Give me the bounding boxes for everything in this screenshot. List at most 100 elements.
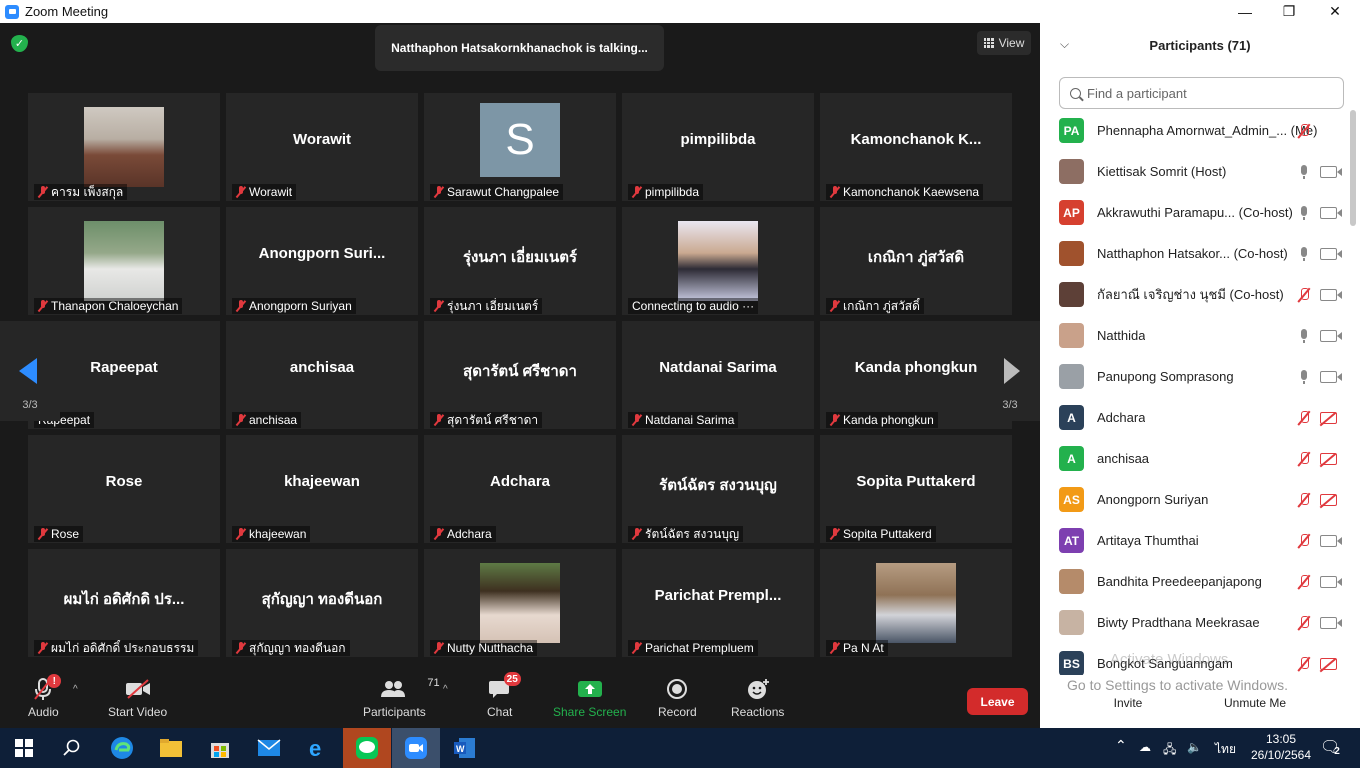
- participant-row[interactable]: PA Phennapha Amornwat_Admin_... (Me): [1040, 110, 1350, 151]
- ie-icon: e: [309, 736, 321, 760]
- avatar: [1059, 282, 1084, 307]
- video-tile[interactable]: Nutty Nutthacha: [424, 549, 616, 657]
- participant-row[interactable]: กัลยาณี เจริญช่าง นุชมี (Co-host): [1040, 274, 1350, 315]
- tray-overflow-icon[interactable]: ⌃: [1115, 737, 1127, 754]
- participant-row[interactable]: Kiettisak Somrit (Host): [1040, 151, 1350, 192]
- previous-page-button[interactable]: 3/3: [0, 321, 60, 421]
- video-tile[interactable]: เกณิกา ภู่สวัสดิ เกณิกา ภู่สวัสดิ์: [820, 207, 1012, 315]
- participant-name: Kiettisak Somrit (Host): [1097, 164, 1227, 179]
- audio-options-caret[interactable]: ^: [73, 684, 78, 695]
- participant-name: Akkrawuthi Paramapu... (Co-host): [1097, 205, 1293, 220]
- mail-app[interactable]: [245, 728, 293, 768]
- reactions-smiley-icon: [746, 676, 770, 702]
- view-button[interactable]: View: [977, 31, 1031, 55]
- system-clock[interactable]: 13:05 26/10/2564: [1245, 731, 1317, 763]
- participants-label: Participants: [363, 705, 426, 719]
- start-video-button[interactable]: Start Video: [108, 676, 167, 719]
- video-tile[interactable]: สุกัญญา ทองดีนอก สุกัญญา ทองดีนอก: [226, 549, 418, 657]
- volume-icon[interactable]: 🔈: [1187, 740, 1202, 754]
- camera-icon: [1320, 370, 1342, 383]
- line-icon: [356, 737, 378, 759]
- camera-off-icon: [1320, 411, 1337, 424]
- video-tile[interactable]: anchisaa anchisaa: [226, 321, 418, 429]
- video-tile[interactable]: Connecting to audio ···: [622, 207, 814, 315]
- tile-name-label: Connecting to audio ···: [628, 298, 759, 314]
- search-taskbar-button[interactable]: [48, 728, 96, 768]
- onedrive-icon[interactable]: ☁: [1139, 740, 1151, 754]
- close-button[interactable]: ✕: [1312, 0, 1358, 23]
- start-button[interactable]: [0, 728, 48, 768]
- avatar: A: [1059, 446, 1084, 471]
- internet-explorer-app[interactable]: e: [294, 728, 342, 768]
- network-icon[interactable]: 🖧: [1163, 740, 1176, 761]
- line-app[interactable]: [343, 728, 391, 768]
- video-tile[interactable]: Parichat Prempl... Parichat Prempluem: [622, 549, 814, 657]
- video-tile[interactable]: Worawit Worawit: [226, 93, 418, 201]
- file-explorer-app[interactable]: [147, 728, 195, 768]
- edge-app[interactable]: [98, 728, 146, 768]
- record-button[interactable]: Record: [658, 676, 697, 719]
- reactions-button[interactable]: Reactions: [731, 676, 784, 719]
- participant-name: Anongporn Suriyan: [1097, 492, 1209, 507]
- tile-display-name: Worawit: [292, 131, 352, 148]
- next-page-button[interactable]: 3/3: [980, 321, 1040, 421]
- video-tile[interactable]: pimpilibda pimpilibda: [622, 93, 814, 201]
- reactions-label: Reactions: [731, 705, 785, 719]
- video-tile[interactable]: สุดารัตน์ ศรีชาดา สุดารัตน์ ศรีชาดา: [424, 321, 616, 429]
- video-tile[interactable]: คารม เพ็งสกุล: [28, 93, 220, 201]
- participant-row[interactable]: Natthida: [1040, 315, 1350, 356]
- input-language[interactable]: ไทย: [1215, 740, 1236, 759]
- unmute-me-button[interactable]: Unmute Me: [1210, 691, 1300, 715]
- participant-search[interactable]: [1059, 77, 1344, 109]
- video-tile[interactable]: รุ่งนภา เอี่ยมเนตร์ รุ่งนภา เอี่ยมเนตร์: [424, 207, 616, 315]
- leave-button[interactable]: Leave: [967, 688, 1028, 715]
- zoom-app[interactable]: [392, 728, 440, 768]
- participant-row[interactable]: Biwty Pradthana Meekrasae: [1040, 602, 1350, 643]
- word-app[interactable]: W: [441, 728, 489, 768]
- mic-muted-icon: [434, 186, 444, 198]
- participant-row[interactable]: AP Akkrawuthi Paramapu... (Co-host): [1040, 192, 1350, 233]
- video-tile[interactable]: Kamonchanok K... Kamonchanok Kaewsena: [820, 93, 1012, 201]
- encryption-shield-icon[interactable]: ✓: [11, 35, 28, 52]
- maximize-button[interactable]: ❐: [1266, 0, 1312, 23]
- video-tile[interactable]: Thanapon Chaloeychan: [28, 207, 220, 315]
- video-tile[interactable]: รัตน์ฉัตร สงวนบุญ รัตน์ฉัตร สงวนบุญ: [622, 435, 814, 543]
- video-tile[interactable]: Pa N At: [820, 549, 1012, 657]
- tile-display-name: รุ่งนภา เอี่ยมเนตร์: [462, 249, 578, 266]
- invite-button[interactable]: Invite: [1080, 691, 1176, 715]
- share-screen-button[interactable]: Share Screen: [553, 676, 626, 719]
- participants-button[interactable]: 71 Participants: [363, 676, 440, 719]
- audio-button[interactable]: ! Audio: [28, 674, 62, 719]
- chat-button[interactable]: 25 Chat: [487, 672, 521, 719]
- tile-display-name: Parichat Prempl...: [654, 587, 782, 604]
- participant-row[interactable]: Aanchisaa: [1040, 438, 1350, 479]
- tile-name-label: ผมไก่ อดิศักดิ์ ประกอบธรรม: [34, 640, 199, 656]
- participant-row[interactable]: Panupong Somprasong: [1040, 356, 1350, 397]
- video-tile[interactable]: Adchara Adchara: [424, 435, 616, 543]
- participants-options-caret[interactable]: ^: [443, 684, 448, 695]
- video-tile[interactable]: Anongporn Suri... Anongporn Suriyan: [226, 207, 418, 315]
- store-app[interactable]: [196, 728, 244, 768]
- video-tile[interactable]: S Sarawut Changpalee: [424, 93, 616, 201]
- participant-row[interactable]: Natthaphon Hatsakor... (Co-host): [1040, 233, 1350, 274]
- video-tile[interactable]: Sopita Puttakerd Sopita Puttakerd: [820, 435, 1012, 543]
- participant-video-thumbnail: S: [480, 103, 560, 177]
- video-tile[interactable]: ผมไก่ อดิศักดิ ปร... ผมไก่ อดิศักดิ์ ประก…: [28, 549, 220, 657]
- participant-name: กัลยาณี เจริญช่าง นุชมี (Co-host): [1097, 287, 1284, 302]
- tile-label-text: Anongporn Suriyan: [249, 299, 352, 313]
- video-tile[interactable]: khajeewan khajeewan: [226, 435, 418, 543]
- video-tile[interactable]: Natdanai Sarima Natdanai Sarima: [622, 321, 814, 429]
- panel-scrollbar[interactable]: [1350, 110, 1356, 226]
- tile-label-text: ผมไก่ อดิศักดิ์ ประกอบธรรม: [51, 641, 195, 655]
- mic-icon: [1298, 205, 1310, 221]
- tile-label-text: khajeewan: [249, 527, 307, 541]
- minimize-button[interactable]: —: [1222, 0, 1268, 23]
- participant-row[interactable]: A Adchara: [1040, 397, 1350, 438]
- participant-row[interactable]: AT Artitaya Thumthai: [1040, 520, 1350, 561]
- video-tile[interactable]: Rose Rose: [28, 435, 220, 543]
- participant-row[interactable]: AS Anongporn Suriyan: [1040, 479, 1350, 520]
- tile-display-name: Anongporn Suri...: [258, 245, 386, 262]
- search-input[interactable]: [1087, 85, 1327, 101]
- participant-row[interactable]: Bandhita Preedeepanjapong: [1040, 561, 1350, 602]
- avatar: [1059, 364, 1084, 389]
